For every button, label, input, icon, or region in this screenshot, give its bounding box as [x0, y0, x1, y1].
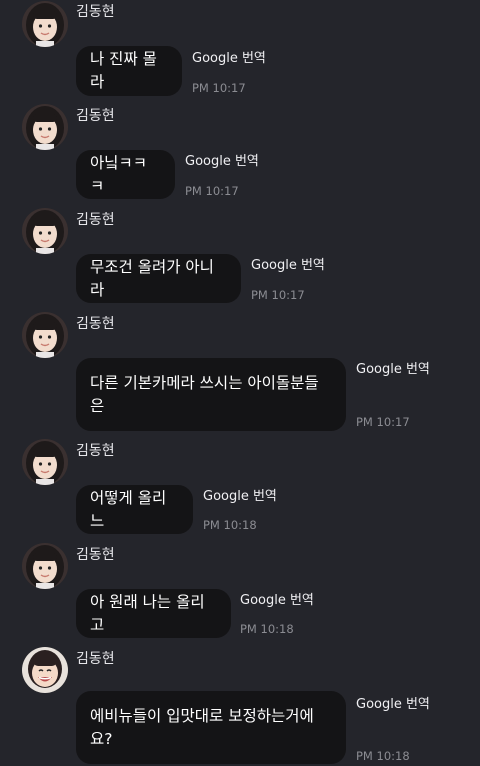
sender-name: 김동현	[76, 443, 115, 459]
message-timestamp: PM 10:17	[251, 288, 305, 302]
sender-avatar[interactable]	[22, 104, 68, 150]
message-timestamp: PM 10:18	[203, 518, 257, 532]
sender-name: 김동현	[76, 547, 115, 563]
girl-portrait-icon	[22, 543, 68, 589]
sender-avatar[interactable]	[22, 1, 68, 47]
message-bubble[interactable]: 다른 기본카메라 쓰시는 아이돌분들 은	[76, 358, 346, 431]
sender-name: 김동현	[76, 212, 115, 228]
message-timestamp: PM 10:18	[240, 622, 294, 636]
message-timestamp: PM 10:17	[356, 415, 410, 429]
message-timestamp: PM 10:18	[356, 749, 410, 763]
message-bubble[interactable]: 나 진짜 몰라	[76, 46, 182, 96]
sender-name: 김동현	[76, 316, 115, 332]
google-translate-link[interactable]: Google 번역	[356, 362, 430, 378]
sender-name: 김동현	[76, 651, 115, 667]
girl-portrait-icon	[22, 312, 68, 358]
message-bubble[interactable]: 아닠ㅋㅋㅋ	[76, 150, 175, 199]
sender-avatar[interactable]	[22, 312, 68, 358]
sender-avatar[interactable]	[22, 543, 68, 589]
google-translate-link[interactable]: Google 번역	[203, 489, 277, 505]
girl-portrait-icon	[22, 439, 68, 485]
google-translate-link[interactable]: Google 번역	[251, 258, 325, 274]
girl-portrait-icon	[22, 1, 68, 47]
google-translate-link[interactable]: Google 번역	[192, 51, 266, 67]
message-timestamp: PM 10:17	[185, 184, 239, 198]
smiling-child-portrait-icon	[22, 647, 68, 693]
girl-portrait-icon	[22, 104, 68, 150]
sender-avatar[interactable]	[22, 439, 68, 485]
message-bubble[interactable]: 무조건 올려가 아니라	[76, 254, 241, 303]
message-bubble[interactable]: 에비뉴들이 입맛대로 보정하는거에 요?	[76, 691, 346, 764]
sender-name: 김동현	[76, 4, 115, 20]
google-translate-link[interactable]: Google 번역	[240, 593, 314, 609]
message-timestamp: PM 10:17	[192, 81, 246, 95]
girl-portrait-icon	[22, 208, 68, 254]
sender-avatar[interactable]	[22, 208, 68, 254]
message-bubble[interactable]: 어떻게 올리느	[76, 485, 193, 534]
chat-message-list[interactable]: 김동현 나 진짜 몰라 Google 번역 PM 10:17 김동현 아닠ㅋㅋㅋ…	[0, 0, 480, 766]
google-translate-link[interactable]: Google 번역	[185, 154, 259, 170]
sender-name: 김동현	[76, 108, 115, 124]
message-bubble[interactable]: 아 원래 나는 올리고	[76, 589, 231, 638]
sender-avatar[interactable]	[22, 647, 68, 693]
google-translate-link[interactable]: Google 번역	[356, 697, 430, 713]
